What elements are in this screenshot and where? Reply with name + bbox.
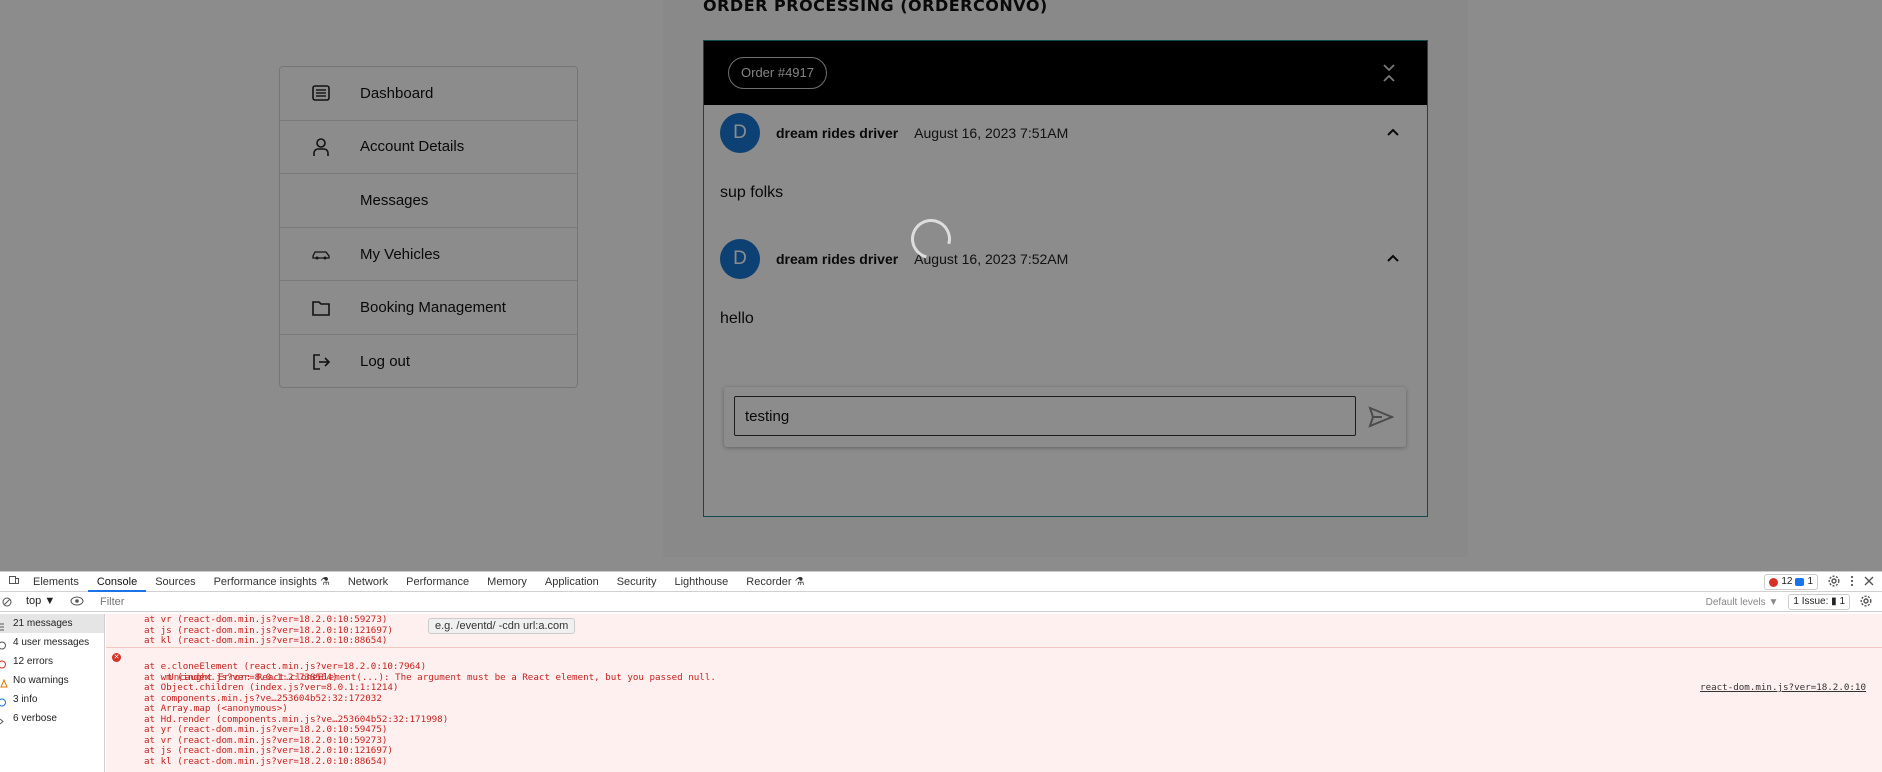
console-settings-gear-icon[interactable] [1860,594,1872,610]
info-count: 1 [1807,576,1813,587]
sidebar-warnings-label: No warnings [13,675,69,686]
verbose-icon [0,714,9,725]
sidebar-warnings[interactable]: No warnings [0,671,104,690]
close-icon[interactable] [1864,576,1874,589]
tab-performance-insights[interactable]: Performance insights ⚗ [205,572,339,592]
stack-line: at Object.children (index.js?ver=8.0.1:1… [144,682,399,693]
tab-lighthouse[interactable]: Lighthouse [665,572,737,592]
stack-line: at Array.map (<anonymous>) [144,703,288,714]
sidebar-messages-label: 21 messages [13,618,73,629]
filter-tooltip: e.g. /eventd/ -cdn url:a.com [428,618,576,634]
sidebar-messages[interactable]: 21 messages [0,614,104,633]
eye-icon[interactable] [70,596,84,609]
tab-recorder[interactable]: Recorder ⚗ [737,572,813,592]
stack-line: at kl (react-dom.min.js?ver=18.2.0:10:88… [144,755,388,767]
error-icon [1769,577,1779,587]
tab-performance[interactable]: Performance [397,572,478,592]
error-count-badge[interactable]: 12 1 [1764,574,1818,590]
more-options-icon[interactable] [1850,575,1854,590]
message-icon [1795,578,1805,586]
settings-gear-icon[interactable] [1828,574,1840,590]
sidebar-verbose[interactable]: 6 verbose [0,709,104,728]
sidebar-user-messages[interactable]: 4 user messages [0,633,104,652]
user-icon [0,638,9,650]
tab-network[interactable]: Network [339,572,397,592]
tab-elements[interactable]: Elements [24,572,88,592]
stack-line: at js (react-dom.min.js?ver=18.2.0:10:12… [144,745,393,756]
error-message: Uncaught Error: React.cloneElement(...):… [168,671,716,683]
context-selector[interactable]: top ▼ [26,595,55,607]
sidebar-user-messages-label: 4 user messages [13,637,90,648]
stack-line: at kl (react-dom.min.js?ver=18.2.0:10:88… [144,635,388,646]
default-levels-dropdown[interactable]: Default levels ▼ [1706,597,1779,608]
error-source-link[interactable]: react-dom.min.js?ver=18.2.0:10 [1700,682,1866,694]
error-x-icon: ✕ [112,652,121,662]
devtools-tab-bar: Elements Console Sources Performance ins… [0,572,1882,592]
tab-sources[interactable]: Sources [146,572,204,592]
tab-application[interactable]: Application [536,572,608,592]
sidebar-verbose-label: 6 verbose [13,713,57,724]
clear-console-icon[interactable] [2,597,12,610]
loading-overlay [0,0,1882,571]
devtools-panel: Elements Console Sources Performance ins… [0,571,1882,772]
web-page: ORDER PROCESSING (ORDERCONVO) Dashboard … [0,0,1882,571]
console-output: at vr (react-dom.min.js?ver=18.2.0:10:59… [106,614,1882,772]
stack-line: at components.min.js?ve…253604b52:32:172… [144,692,382,704]
stack-line: at yr (react-dom.min.js?ver=18.2.0:10:59… [144,724,388,735]
warning-icon [0,676,9,688]
devtools-toolbar-right: 12 1 [1764,574,1874,590]
sidebar-errors[interactable]: 12 errors [0,652,104,671]
console-filter-input[interactable] [97,594,1697,610]
device-toggle-icon[interactable] [0,572,24,592]
tab-memory[interactable]: Memory [478,572,536,592]
console-sidebar: 21 messages 4 user messages 12 errors No… [0,614,105,772]
console-filter-bar: top ▼ Default levels ▼ 1 Issue: ▮ 1 [0,592,1882,612]
error-entry: ✕ Uncaught Error: React.cloneElement(...… [106,646,1882,768]
error-line: ✕ Uncaught Error: React.cloneElement(...… [106,652,1882,693]
error-icon [0,657,9,669]
sidebar-info[interactable]: 3 info [0,690,104,709]
tab-console[interactable]: Console [87,572,147,592]
filter-toolbar-right: Default levels ▼ 1 Issue: ▮ 1 [1706,594,1872,610]
info-icon [0,695,9,707]
tab-security[interactable]: Security [608,572,666,592]
sidebar-info-label: 3 info [13,694,38,705]
stack-line: at vr (react-dom.min.js?ver=18.2.0:10:59… [144,614,388,625]
error-count: 12 [1781,576,1793,587]
list-icon [0,619,9,631]
issues-badge[interactable]: 1 Issue: ▮ 1 [1788,594,1850,610]
sidebar-errors-label: 12 errors [13,656,54,667]
